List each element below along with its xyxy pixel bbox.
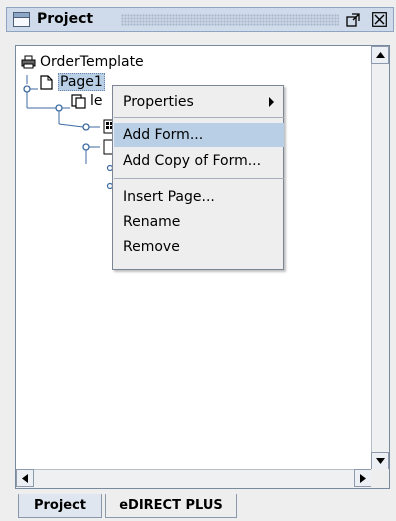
maximize-icon [345, 12, 360, 27]
tree-item-ordertemplate[interactable]: OrderTemplate [20, 52, 144, 72]
menu-item-add-copy-of-form[interactable]: Add Copy of Form... [114, 149, 284, 173]
menu-item-properties[interactable]: Properties [114, 90, 284, 114]
scroll-right-button[interactable] [354, 469, 372, 487]
menu-item-label: Insert Page... [123, 189, 215, 205]
menu-item-label: Add Form... [123, 127, 204, 143]
scroll-up-button[interactable] [371, 46, 389, 64]
menu-item-label: Add Copy of Form... [123, 153, 262, 169]
scrollbar-corner [371, 469, 389, 488]
arrow-down-icon [375, 458, 385, 464]
arrow-right-icon [360, 473, 366, 483]
submenu-arrow-icon [269, 97, 274, 107]
tree-item-label: le [90, 93, 103, 109]
document-copy-icon [70, 93, 86, 109]
scroll-left-button[interactable] [16, 469, 34, 487]
maximize-button[interactable] [344, 11, 361, 28]
tab-label: eDIRECT PLUS [119, 498, 223, 513]
tree-item-label: Page1 [58, 73, 105, 91]
menu-item-label: Properties [123, 94, 194, 110]
menu-item-remove[interactable]: Remove [114, 235, 284, 259]
arrow-up-icon [375, 52, 385, 58]
page-icon [38, 74, 54, 90]
arrow-left-icon [22, 473, 28, 483]
titlebar-grip[interactable] [121, 14, 339, 26]
menu-item-label: Remove [123, 239, 180, 255]
tab-edirect-plus[interactable]: eDIRECT PLUS [105, 494, 237, 518]
context-menu: Properties Add Form... Add Copy of Form.… [112, 85, 284, 270]
menu-separator [114, 178, 284, 179]
menu-item-insert-page[interactable]: Insert Page... [114, 185, 284, 209]
project-panel: Project OrderTemplate Page1 le Propertie… [0, 0, 396, 521]
menu-separator [114, 117, 284, 118]
menu-item-rename[interactable]: Rename [114, 210, 284, 234]
printer-icon [20, 54, 36, 70]
menu-item-label: Rename [123, 214, 181, 230]
tab-project[interactable]: Project [18, 494, 102, 518]
panel-titlebar[interactable]: Project [6, 7, 394, 32]
panel-title: Project [37, 11, 94, 27]
tab-label: Project [33, 498, 87, 513]
window-icon [13, 12, 30, 27]
tree-item-le[interactable]: le [70, 91, 103, 111]
close-icon [372, 12, 387, 27]
horizontal-scrollbar[interactable] [16, 469, 372, 488]
close-button[interactable] [371, 11, 388, 28]
scroll-down-button[interactable] [371, 452, 389, 470]
vertical-scrollbar[interactable] [371, 46, 389, 470]
tree-item-page1[interactable]: Page1 [38, 72, 105, 92]
menu-item-add-form[interactable]: Add Form... [114, 123, 284, 147]
tree-item-label: OrderTemplate [40, 54, 144, 70]
